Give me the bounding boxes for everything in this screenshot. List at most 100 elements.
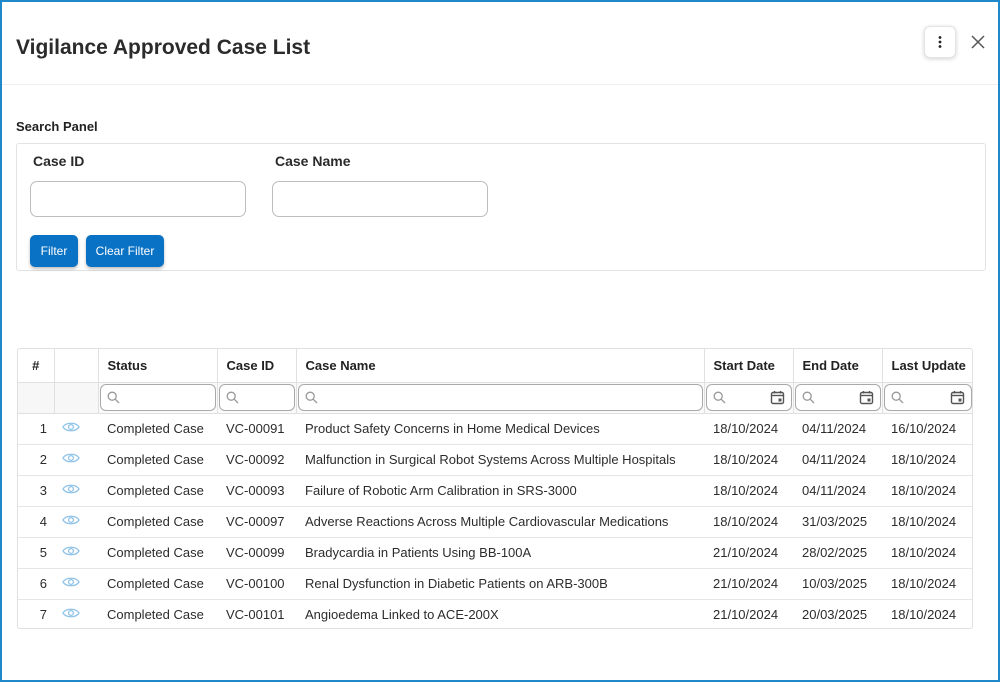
cell-case-id: VC-00091 xyxy=(217,413,296,445)
filter-cell-blank xyxy=(54,382,99,414)
table-row[interactable]: 5 Completed Case VC-00099 Bradycardia in Pa… xyxy=(18,537,972,569)
close-icon xyxy=(971,35,985,49)
cell-case-name: Angioedema Linked to ACE-200X xyxy=(296,599,704,628)
table-header-row: # Status Case ID Case Name Start Date En… xyxy=(18,349,972,383)
eye-icon xyxy=(62,515,80,525)
case-name-label: Case Name xyxy=(275,153,351,169)
cell-start-date: 21/10/2024 xyxy=(704,599,793,628)
column-header-case-name[interactable]: Case Name xyxy=(296,349,705,383)
calendar-icon[interactable] xyxy=(950,390,965,405)
search-icon xyxy=(226,391,238,404)
table-body: 1 Completed Case VC-00091 Product Safety Co… xyxy=(18,413,972,628)
column-header-end-date[interactable]: End Date xyxy=(793,349,883,383)
last-update-filter-input[interactable] xyxy=(883,384,972,411)
search-icon xyxy=(305,391,317,404)
filter-cell-case-id xyxy=(217,382,297,414)
more-options-button[interactable] xyxy=(924,26,956,58)
start-date-filter-input[interactable] xyxy=(705,384,792,411)
row-number: 3 xyxy=(18,475,54,507)
cell-start-date: 18/10/2024 xyxy=(704,444,793,476)
cell-last-update: 18/10/2024 xyxy=(882,506,972,538)
view-case-button[interactable] xyxy=(54,568,98,600)
eye-icon xyxy=(62,546,80,556)
cell-end-date: 10/03/2025 xyxy=(793,568,882,600)
eye-icon xyxy=(62,577,80,587)
calendar-icon[interactable] xyxy=(859,390,874,405)
cell-end-date: 20/03/2025 xyxy=(793,599,882,628)
case-name-input[interactable] xyxy=(272,181,488,217)
table-row[interactable]: 4 Completed Case VC-00097 Adverse Reactions… xyxy=(18,506,972,538)
view-case-button[interactable] xyxy=(54,413,98,445)
table-row[interactable]: 7 Completed Case VC-00101 Angioedema Linked… xyxy=(18,599,972,628)
eye-icon xyxy=(62,422,80,432)
cell-status: Completed Case xyxy=(98,506,217,538)
end-date-filter-input[interactable] xyxy=(794,384,881,411)
table-row[interactable]: 2 Completed Case VC-00092 Malfunction in Su… xyxy=(18,444,972,476)
cell-case-id: VC-00093 xyxy=(217,475,296,507)
cell-status: Completed Case xyxy=(98,475,217,507)
cell-case-name: Renal Dysfunction in Diabetic Patients o… xyxy=(296,568,704,600)
dialog-header: Vigilance Approved Case List xyxy=(2,2,998,85)
cell-case-name: Product Safety Concerns in Home Medical … xyxy=(296,413,704,445)
dialog-title: Vigilance Approved Case List xyxy=(16,36,311,59)
table-row[interactable]: 1 Completed Case VC-00091 Product Safety Co… xyxy=(18,413,972,445)
cell-last-update: 18/10/2024 xyxy=(882,475,972,507)
cell-status: Completed Case xyxy=(98,599,217,628)
cell-end-date: 28/02/2025 xyxy=(793,537,882,569)
column-header-status[interactable]: Status xyxy=(98,349,218,383)
view-case-button[interactable] xyxy=(54,444,98,476)
table-row[interactable]: 6 Completed Case VC-00100 Renal Dysfunction… xyxy=(18,568,972,600)
column-header-view xyxy=(54,349,99,383)
cell-end-date: 04/11/2024 xyxy=(793,444,882,476)
view-case-button[interactable] xyxy=(54,599,98,628)
search-icon xyxy=(107,391,119,404)
filter-button[interactable]: Filter xyxy=(30,235,78,267)
cell-case-id: VC-00100 xyxy=(217,568,296,600)
column-header-last-update[interactable]: Last Update xyxy=(882,349,972,383)
cell-end-date: 04/11/2024 xyxy=(793,413,882,445)
close-button[interactable] xyxy=(966,30,990,54)
case-id-label: Case ID xyxy=(33,153,85,169)
search-panel-title: Search Panel xyxy=(16,119,98,134)
case-table: # Status Case ID Case Name Start Date En… xyxy=(17,348,973,629)
case-name-filter-input[interactable] xyxy=(297,384,703,411)
table-row[interactable]: 3 Completed Case VC-00093 Failure of Roboti… xyxy=(18,475,972,507)
cell-end-date: 04/11/2024 xyxy=(793,475,882,507)
cell-case-name: Malfunction in Surgical Robot Systems Ac… xyxy=(296,444,704,476)
cell-last-update: 18/10/2024 xyxy=(882,599,972,628)
view-case-button[interactable] xyxy=(54,475,98,507)
table-filter-row xyxy=(18,382,972,414)
clear-filter-button[interactable]: Clear Filter xyxy=(86,235,164,267)
eye-icon xyxy=(62,608,80,618)
view-case-button[interactable] xyxy=(54,537,98,569)
column-header-start-date[interactable]: Start Date xyxy=(704,349,794,383)
cell-case-id: VC-00097 xyxy=(217,506,296,538)
cell-start-date: 18/10/2024 xyxy=(704,506,793,538)
column-header-case-id[interactable]: Case ID xyxy=(217,349,297,383)
cell-last-update: 18/10/2024 xyxy=(882,568,972,600)
cell-last-update: 18/10/2024 xyxy=(882,444,972,476)
cell-case-id: VC-00101 xyxy=(217,599,296,628)
case-list-dialog: Vigilance Approved Case List Search Pane… xyxy=(0,0,1000,682)
calendar-icon[interactable] xyxy=(770,390,785,405)
filter-cell-start-date xyxy=(704,382,794,414)
search-panel: Case ID Case Name Filter Clear Filter xyxy=(16,143,986,271)
cell-end-date: 31/03/2025 xyxy=(793,506,882,538)
kebab-vertical-icon xyxy=(938,36,942,48)
case-id-input[interactable] xyxy=(30,181,246,217)
row-number: 4 xyxy=(18,506,54,538)
column-header-number[interactable]: # xyxy=(18,349,55,383)
row-number: 6 xyxy=(18,568,54,600)
filter-cell-status xyxy=(98,382,218,414)
status-filter-input[interactable] xyxy=(99,384,216,411)
cell-status: Completed Case xyxy=(98,568,217,600)
search-icon xyxy=(713,391,725,404)
cell-case-id: VC-00099 xyxy=(217,537,296,569)
cell-start-date: 18/10/2024 xyxy=(704,475,793,507)
view-case-button[interactable] xyxy=(54,506,98,538)
cell-last-update: 18/10/2024 xyxy=(882,537,972,569)
eye-icon xyxy=(62,484,80,494)
search-icon xyxy=(891,391,903,404)
cell-last-update: 16/10/2024 xyxy=(882,413,972,445)
case-id-filter-input[interactable] xyxy=(218,384,295,411)
